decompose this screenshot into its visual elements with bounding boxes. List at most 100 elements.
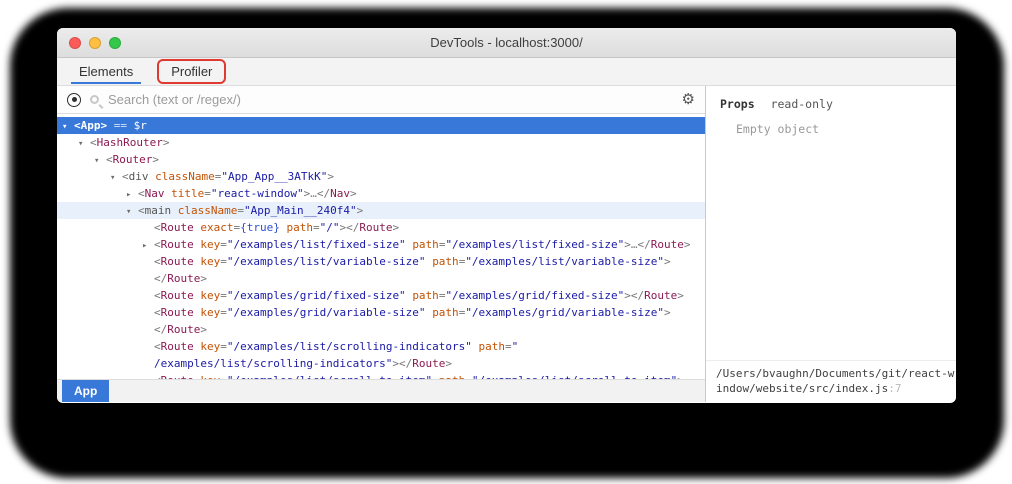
breadcrumb-app-badge[interactable]: App	[62, 380, 109, 402]
expand-arrow-icon[interactable]: ▾	[110, 170, 122, 187]
code-segment-br: <	[154, 289, 161, 302]
window-title: DevTools - localhost:3000/	[57, 28, 956, 57]
source-location-link[interactable]: /Users/bvaughn/Documents/git/react-windo…	[706, 360, 956, 402]
tree-row[interactable]: <Route key="/examples/grid/variable-size…	[57, 304, 705, 321]
code-segment-attr: path	[432, 306, 459, 319]
code-segment-br: >	[684, 238, 691, 251]
tree-row[interactable]: ▾<Router>	[57, 151, 705, 168]
tree-row[interactable]: ▸<Route key="/examples/list/fixed-size" …	[57, 236, 705, 253]
tab-elements[interactable]: Elements	[67, 58, 145, 85]
code-segment-ell: …	[310, 187, 317, 200]
expand-arrow-icon[interactable]: ▾	[62, 119, 74, 136]
code-segment-str: "/examples/grid/fixed-size"	[445, 289, 624, 302]
code-segment-br	[280, 221, 287, 234]
tab-bar: Elements Profiler	[57, 58, 956, 86]
code-segment-attr: key	[200, 255, 220, 268]
code-segment-br: =	[313, 221, 320, 234]
expand-arrow-icon[interactable]: ▾	[78, 136, 90, 153]
code-segment-comp: Route	[161, 238, 201, 251]
props-title: Props	[720, 97, 755, 111]
tree-row[interactable]: </Route>	[57, 270, 705, 287]
code-segment-br: =	[204, 187, 211, 200]
tree-row[interactable]: <Route key="/examples/list/variable-size…	[57, 253, 705, 270]
code-segment-comp: App	[81, 119, 101, 132]
code-segment-str: /examples/list/scrolling-indicators"	[154, 357, 392, 370]
tree-row[interactable]: ▾<HashRouter>	[57, 134, 705, 151]
elements-panel: ⚙ ▾<App> == $r▾<HashRouter>▾<Router>▾<di…	[57, 86, 706, 402]
code-segment-br: >	[393, 221, 400, 234]
code-segment-comp: Nav	[145, 187, 172, 200]
code-segment-br: <	[154, 238, 161, 251]
search-toolbar: ⚙	[57, 86, 705, 114]
code-segment-br: >	[350, 187, 357, 200]
code-segment-comp: HashRouter	[97, 136, 163, 149]
code-segment-br: <	[138, 204, 145, 217]
breadcrumb-bar: App	[57, 379, 705, 402]
code-segment-str: "/examples/list/variable-size"	[227, 255, 432, 268]
code-segment-comp: Route	[359, 221, 392, 234]
code-segment-comp: Router	[113, 153, 153, 166]
code-segment-attr: className	[178, 204, 238, 217]
code-segment-brace: {true}	[240, 221, 280, 234]
component-tree: ▾<App> == $r▾<HashRouter>▾<Router>▾<div …	[57, 114, 705, 379]
devtools-window: DevTools - localhost:3000/ Elements Prof…	[57, 28, 956, 403]
code-segment-str: "/examples/grid/variable-size"	[227, 306, 432, 319]
tree-row[interactable]: <Route exact={true} path="/"></Route>	[57, 219, 705, 236]
code-segment-dollar: $r	[134, 119, 147, 132]
code-segment-attr: key	[200, 306, 220, 319]
props-empty-label: Empty object	[736, 122, 956, 136]
code-segment-attr: key	[200, 289, 220, 302]
code-segment-comp: Route	[412, 357, 445, 370]
code-segment-comp: Route	[167, 323, 200, 336]
search-input[interactable]	[108, 92, 673, 107]
code-segment-br: >	[357, 204, 364, 217]
code-segment-attr: path	[412, 238, 439, 251]
annotation-highlight: Profiler	[157, 59, 226, 84]
tree-row[interactable]: <Route key="/examples/list/scrolling-ind…	[57, 338, 705, 355]
tree-row[interactable]: /examples/list/scrolling-indicators"></R…	[57, 355, 705, 372]
code-segment-str: "/examples/list/fixed-size"	[445, 238, 624, 251]
code-segment-br: ></	[340, 221, 360, 234]
code-segment-attr: path	[479, 340, 506, 353]
code-segment-str: "/"	[320, 221, 340, 234]
code-segment-br: <	[122, 170, 129, 183]
code-segment-str: "App_App__3ATkK"	[221, 170, 327, 183]
code-segment-comp: Route	[161, 306, 201, 319]
code-segment-comp: Route	[161, 340, 201, 353]
code-segment-str: "/examples/list/scrolling-indicators"	[227, 340, 479, 353]
code-segment-br: <	[74, 119, 81, 132]
code-segment-br: </	[154, 272, 167, 285]
code-segment-br: =	[220, 255, 227, 268]
code-segment-br: </	[317, 187, 330, 200]
tab-profiler[interactable]: Profiler	[161, 64, 222, 79]
code-segment-br: <	[154, 340, 161, 353]
tree-row[interactable]: <Route key="/examples/list/scroll-to-ite…	[57, 372, 705, 379]
tree-row[interactable]: ▾<App> == $r	[57, 117, 705, 134]
code-segment-host: div	[129, 170, 156, 183]
code-segment-br: <	[138, 187, 145, 200]
code-segment-br: =	[220, 340, 227, 353]
tree-row[interactable]: ▾<div className="App_App__3ATkK">	[57, 168, 705, 185]
code-segment-str: "/examples/list/variable-size"	[465, 255, 664, 268]
code-segment-str: "App_Main__240f4"	[244, 204, 357, 217]
code-segment-comp: Route	[161, 255, 201, 268]
code-segment-br: <	[106, 153, 113, 166]
code-segment-str: "/examples/grid/variable-size"	[465, 306, 664, 319]
source-line-separator: :	[888, 382, 895, 395]
code-segment-br: >	[664, 306, 671, 319]
code-segment-br: =	[220, 306, 227, 319]
inspect-element-icon[interactable]	[67, 93, 81, 107]
title-bar: DevTools - localhost:3000/	[57, 28, 956, 58]
code-segment-str: "react-window"	[211, 187, 304, 200]
code-segment-str: "	[512, 340, 519, 353]
expand-arrow-icon[interactable]: ▾	[126, 204, 138, 221]
tree-row[interactable]: </Route>	[57, 321, 705, 338]
tree-row[interactable]: ▸<Nav title="react-window">…</Nav>	[57, 185, 705, 202]
tree-row[interactable]: ▾<main className="App_Main__240f4">	[57, 202, 705, 219]
code-segment-br: >	[163, 136, 170, 149]
expand-arrow-icon[interactable]: ▾	[94, 153, 106, 170]
code-segment-attr: path	[432, 255, 459, 268]
gear-icon[interactable]: ⚙	[682, 92, 695, 107]
tree-row[interactable]: <Route key="/examples/grid/fixed-size" p…	[57, 287, 705, 304]
code-segment-str: "/examples/list/fixed-size"	[227, 238, 412, 251]
